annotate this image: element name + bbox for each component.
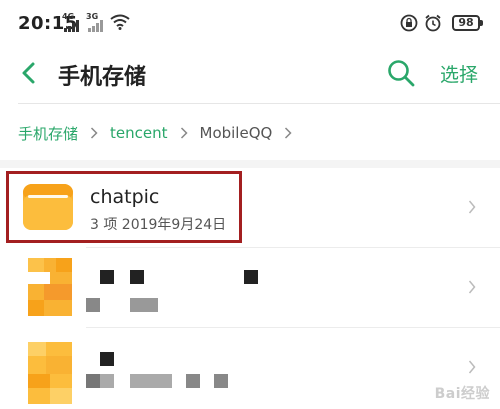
chevron-right-icon <box>285 127 292 139</box>
lock-icon <box>400 14 418 32</box>
search-icon[interactable] <box>386 58 416 88</box>
section-separator <box>0 160 500 168</box>
chevron-right-icon <box>180 127 188 139</box>
battery-icon: 98 <box>452 15 483 31</box>
chevron-right-icon <box>468 280 476 294</box>
wifi-icon <box>110 14 130 30</box>
folder-icon <box>23 184 73 230</box>
page-title: 手机存储 <box>58 65 147 90</box>
folder-meta: 3 项 2019年9月24日 <box>90 217 227 233</box>
app-bar: 手机存储 选择 <box>0 46 500 102</box>
status-right-group: 98 <box>380 14 483 34</box>
battery-level: 98 <box>458 16 474 29</box>
app-bar-divider <box>18 103 500 104</box>
back-icon[interactable] <box>16 58 44 88</box>
chevron-right-icon <box>468 200 476 214</box>
status-bar: 20:15 4G 3G 98 <box>0 0 500 46</box>
list-item-chatpic[interactable]: chatpic 3 项 2019年9月24日 <box>0 168 500 248</box>
list-item-redacted-1[interactable] <box>0 248 500 328</box>
breadcrumb-item-storage[interactable]: 手机存储 <box>18 123 78 144</box>
folder-name: chatpic <box>90 186 160 208</box>
chevron-right-icon <box>468 360 476 374</box>
alarm-icon <box>425 14 441 32</box>
chevron-right-icon <box>90 127 98 139</box>
list-item-redacted-2[interactable] <box>0 328 500 408</box>
breadcrumb-item-mobileqq[interactable]: MobileQQ <box>200 124 273 142</box>
watermark: Bai经验 <box>434 386 490 402</box>
breadcrumb-item-tencent[interactable]: tencent <box>110 124 167 142</box>
breadcrumb: 手机存储 tencent MobileQQ <box>18 122 304 144</box>
select-button[interactable]: 选择 <box>440 60 478 87</box>
